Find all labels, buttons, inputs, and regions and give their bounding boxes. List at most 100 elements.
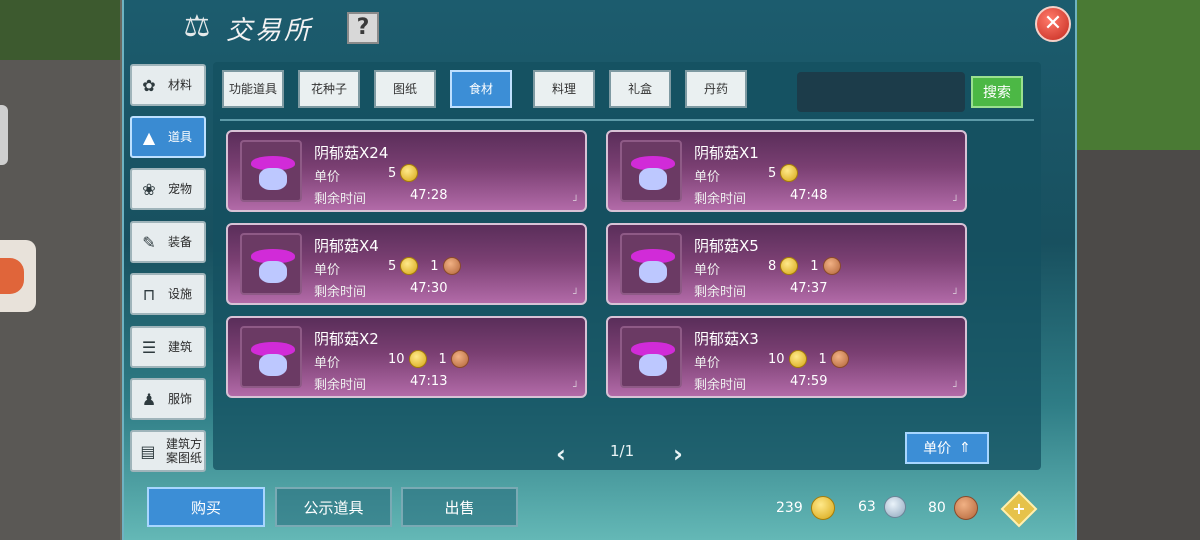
time-left-label: 剩余时间 xyxy=(694,192,747,207)
copper-coin-icon xyxy=(953,496,978,520)
price-label: 单价 xyxy=(314,263,341,278)
price: 5 1 xyxy=(388,257,461,275)
gold-coin-icon xyxy=(400,257,419,275)
gold-amount: 5 xyxy=(768,165,777,181)
mushroom-icon xyxy=(620,140,682,202)
hud-edge-widget[interactable] xyxy=(0,105,8,165)
time-left-label: 剩余时间 xyxy=(314,378,367,393)
tab-pills[interactable]: 丹药 xyxy=(685,70,747,108)
tab-cuisine[interactable]: 料理 xyxy=(533,70,595,108)
copper-coin-icon xyxy=(450,350,469,368)
listing-card[interactable]: 阴郁菇X3 单价 10 1 剩余时间 47:59 ┘ xyxy=(606,316,967,398)
sidebar-item-materials[interactable]: ✿ 材料 xyxy=(130,64,206,106)
gold-amount: 10 xyxy=(388,351,405,367)
tab-ingredients[interactable]: 食材 xyxy=(450,70,512,108)
time-left-label: 剩余时间 xyxy=(694,378,747,393)
silver-coin-icon xyxy=(883,496,906,518)
sidebar-item-equipment[interactable]: ✎ 装备 xyxy=(130,221,206,263)
listing-card[interactable]: 阴郁菇X5 单价 8 1 剩余时间 47:37 ┘ xyxy=(606,223,967,305)
tab-gift-box[interactable]: 礼盒 xyxy=(609,70,671,108)
help-button[interactable]: ? xyxy=(347,12,379,44)
gold-balance-value: 239 xyxy=(776,500,803,516)
public-items-button[interactable]: 公示道具 xyxy=(275,487,392,527)
tab-function-items[interactable]: 功能道具 xyxy=(222,70,284,108)
mushroom-icon xyxy=(620,326,682,388)
sort-by-price-button[interactable]: 单价 ⇑ xyxy=(905,432,989,464)
scene-grass-left xyxy=(0,0,120,60)
time-left: 47:13 xyxy=(410,374,448,389)
tab-blueprints[interactable]: 图纸 xyxy=(374,70,436,108)
sort-arrow-icon: ⇑ xyxy=(959,440,971,456)
building-icon: ☰ xyxy=(141,337,157,357)
sidebar-item-label: 材料 xyxy=(168,78,193,92)
sidebar-item-items[interactable]: ▲ 道具 xyxy=(130,116,206,158)
item-name: 阴郁菇X3 xyxy=(694,330,759,348)
sidebar-item-label: 道具 xyxy=(168,130,193,144)
price-label: 单价 xyxy=(314,356,341,371)
copper-amount: 1 xyxy=(438,351,447,367)
paw-icon: ❀ xyxy=(142,179,156,199)
item-name: 阴郁菇X1 xyxy=(694,144,759,162)
close-button[interactable]: ✕ xyxy=(1035,6,1071,42)
price: 5 xyxy=(388,164,419,182)
listing-card[interactable]: 阴郁菇X4 单价 5 1 剩余时间 47:30 ┘ xyxy=(226,223,587,305)
corner-mark-icon: ┘ xyxy=(952,382,959,393)
facility-icon: ⊓ xyxy=(142,284,156,304)
gold-amount: 5 xyxy=(388,258,397,274)
item-name: 阴郁菇X4 xyxy=(314,237,379,255)
blueprint-icon: ▤ xyxy=(140,441,156,461)
tab-flower-seeds[interactable]: 花种子 xyxy=(298,70,360,108)
listing-card[interactable]: 阴郁菇X1 单价 5 剩余时间 47:48 ┘ xyxy=(606,130,967,212)
mushroom-icon xyxy=(240,140,302,202)
gold-amount: 8 xyxy=(768,258,777,274)
sidebar-item-facility[interactable]: ⊓ 设施 xyxy=(130,273,206,315)
sidebar-item-building[interactable]: ☰ 建筑 xyxy=(130,326,206,368)
price-label: 单价 xyxy=(694,263,721,278)
item-name: 阴郁菇X5 xyxy=(694,237,759,255)
sidebar-item-clothing[interactable]: ♟ 服饰 xyxy=(130,378,206,420)
buy-button[interactable]: 购买 xyxy=(147,487,265,527)
sidebar-item-blueprint[interactable]: ▤ 建筑方案图纸 xyxy=(130,430,206,472)
mushroom-icon xyxy=(240,233,302,295)
search-input[interactable] xyxy=(797,72,965,112)
scene-floor-right xyxy=(1075,150,1200,540)
items-icon: ▲ xyxy=(142,127,156,147)
page-indicator: 1/1 xyxy=(610,442,635,460)
listing-card[interactable]: 阴郁菇X2 单价 10 1 剩余时间 47:13 ┘ xyxy=(226,316,587,398)
price: 10 1 xyxy=(768,350,849,368)
gold-coin-icon xyxy=(788,350,807,368)
equipment-icon: ✎ xyxy=(142,232,156,252)
price: 5 xyxy=(768,164,799,182)
copper-coin-icon xyxy=(822,257,841,275)
gold-amount: 10 xyxy=(768,351,785,367)
scales-icon: ⚖ xyxy=(183,9,211,44)
prev-page-icon[interactable]: ‹ xyxy=(556,440,566,468)
silver-balance-value: 63 xyxy=(858,499,876,515)
time-left: 47:30 xyxy=(410,281,448,296)
search-button[interactable]: 搜索 xyxy=(971,76,1023,108)
sidebar-item-label: 建筑方案图纸 xyxy=(165,437,202,465)
hud-side-icon[interactable] xyxy=(0,258,24,294)
time-left: 47:37 xyxy=(790,281,828,296)
mushroom-icon xyxy=(240,326,302,388)
sidebar-item-pets[interactable]: ❀ 宠物 xyxy=(130,168,206,210)
copper-amount: 1 xyxy=(430,258,439,274)
sell-button[interactable]: 出售 xyxy=(401,487,518,527)
listing-card[interactable]: 阴郁菇X24 单价 5 剩余时间 47:28 ┘ xyxy=(226,130,587,212)
sidebar-item-label: 装备 xyxy=(168,235,193,249)
item-name: 阴郁菇X2 xyxy=(314,330,379,348)
price-label: 单价 xyxy=(694,356,721,371)
window-title: 交易所 xyxy=(226,16,314,46)
gold-coin-icon xyxy=(408,350,427,368)
corner-mark-icon: ┘ xyxy=(952,196,959,207)
time-left: 47:59 xyxy=(790,374,828,389)
time-left: 47:28 xyxy=(410,188,448,203)
corner-mark-icon: ┘ xyxy=(572,382,579,393)
copper-balance-value: 80 xyxy=(928,500,946,516)
gold-coin-icon xyxy=(780,164,799,182)
sidebar-item-label: 设施 xyxy=(168,287,193,301)
next-page-icon[interactable]: › xyxy=(673,440,683,468)
price-label: 单价 xyxy=(314,170,341,185)
gold-balance: 239 xyxy=(776,496,835,520)
gold-coin-icon xyxy=(400,164,419,182)
